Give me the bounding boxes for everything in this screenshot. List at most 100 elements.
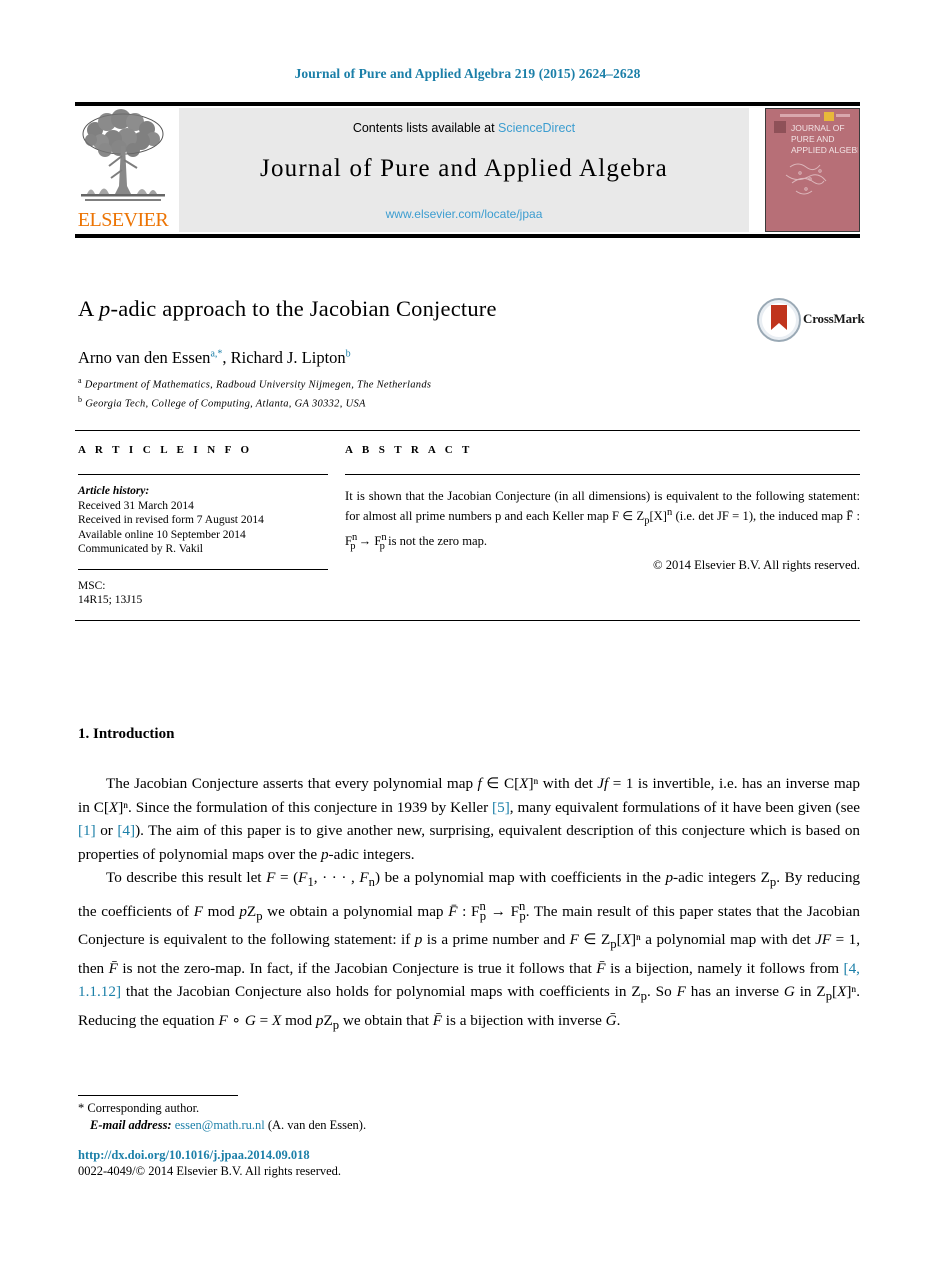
running-head: Journal of Pure and Applied Algebra 219 … bbox=[294, 66, 641, 81]
msc-rule bbox=[78, 568, 328, 570]
p2-t7: mod bbox=[203, 902, 240, 920]
p2-t31: is a bijection with inverse bbox=[442, 1011, 606, 1029]
abstract-sup-n: n bbox=[666, 506, 673, 518]
p2-m13: F̄ bbox=[596, 959, 606, 977]
email-suffix: (A. van den Essen). bbox=[267, 1118, 367, 1132]
msc-block: MSC: 14R15; 13J15 bbox=[78, 579, 328, 608]
journal-title: Journal of Pure and Applied Algebra bbox=[260, 155, 668, 182]
author-1: Arno van den Essen bbox=[78, 348, 211, 367]
p2-t3: , · · · , bbox=[313, 869, 360, 886]
abstract-copyright: © 2014 Elsevier B.V. All rights reserved… bbox=[653, 558, 860, 573]
abstract-text: It is shown that the Jacobian Conjecture… bbox=[345, 488, 860, 555]
citation-4[interactable]: [4] bbox=[117, 822, 135, 839]
abstract-rule bbox=[345, 474, 860, 476]
p2-t28: mod bbox=[281, 1011, 316, 1029]
journal-homepage-link[interactable]: www.elsevier.com/locate/jpaa bbox=[179, 207, 749, 221]
svg-text:APPLIED ALGEBRA: APPLIED ALGEBRA bbox=[791, 145, 858, 155]
citation-1[interactable]: [1] bbox=[78, 822, 96, 839]
p2-t4: ) be a polynomial map with coefficients … bbox=[374, 869, 666, 886]
p2-t30: we obtain that bbox=[339, 1011, 433, 1029]
abstract-line-3-end: is not the zero map. bbox=[384, 534, 488, 549]
p1-t9: -adic integers. bbox=[328, 845, 415, 863]
page-title: A p-adic approach to the Jacobian Conjec… bbox=[78, 296, 718, 322]
abstract-line-1: It is shown that the Jacobian Conjecture… bbox=[345, 489, 752, 504]
abstract-label: A B S T R A C T bbox=[345, 444, 473, 456]
author-2-marks[interactable]: b bbox=[346, 349, 351, 360]
p2-t27: = bbox=[255, 1011, 272, 1029]
affiliation-b: b Georgia Tech, College of Computing, At… bbox=[78, 393, 778, 412]
paragraph-2: To describe this result let F = (F1, · ·… bbox=[78, 866, 860, 1037]
issn-copyright-line: 0022-4049/© 2014 Elsevier B.V. All right… bbox=[78, 1163, 342, 1178]
email-note: E-mail address: essen@math.ru.nl (A. van… bbox=[78, 1117, 578, 1134]
article-history-header: Article history: bbox=[78, 485, 150, 498]
paragraph-1: The Jacobian Conjecture asserts that eve… bbox=[78, 772, 860, 866]
sciencedirect-link[interactable]: ScienceDirect bbox=[498, 121, 575, 135]
p2-m22: Ḡ bbox=[605, 1011, 617, 1029]
section-heading-introduction: 1. Introduction bbox=[78, 726, 174, 743]
p2-t14: ∈ Z bbox=[578, 931, 611, 949]
abstract-bracket-x: [X] bbox=[649, 508, 667, 523]
contents-available-line: Contents lists available at ScienceDirec… bbox=[179, 121, 749, 135]
elsevier-tree-icon bbox=[81, 109, 165, 201]
p2-m18: G bbox=[244, 1011, 256, 1029]
p2-t13: is a prime number and bbox=[422, 931, 570, 949]
section-number: 1. bbox=[78, 726, 90, 742]
article-info-label: A R T I C L E I N F O bbox=[78, 444, 253, 456]
masthead-top-rule bbox=[75, 102, 860, 106]
p2-m6: p bbox=[239, 902, 247, 920]
email-label: E-mail address: bbox=[90, 1118, 172, 1132]
title-part-pre: A bbox=[78, 296, 100, 321]
p2-m14: F bbox=[676, 983, 686, 1001]
title-part-italic: p bbox=[99, 296, 111, 321]
p2-t16: ]ⁿ a polynomial map with det bbox=[630, 931, 816, 949]
affiliation-list: a Department of Mathematics, Radboud Uni… bbox=[78, 374, 778, 411]
p2-t26: ∘ bbox=[227, 1011, 245, 1029]
citation-5[interactable]: [5] bbox=[492, 799, 510, 816]
p2-m9: F bbox=[569, 931, 579, 949]
doi-link[interactable]: http://dx.doi.org/10.1016/j.jpaa.2014.09… bbox=[78, 1148, 310, 1162]
footnote-rule bbox=[78, 1095, 238, 1097]
p2-m4: p bbox=[665, 869, 674, 886]
p2-m19: X bbox=[271, 1011, 282, 1029]
affiliation-a-text: Department of Mathematics, Radboud Unive… bbox=[84, 379, 432, 391]
msc-header: MSC: bbox=[78, 579, 106, 592]
p1-m5: p bbox=[320, 845, 329, 863]
p2-m1: F bbox=[266, 869, 276, 886]
author-1-marks[interactable]: a,* bbox=[210, 349, 222, 360]
corresponding-author-note: * Corresponding author. bbox=[78, 1100, 578, 1117]
article-info-rule bbox=[78, 474, 328, 476]
p2-t9: we obtain a polynomial map bbox=[262, 902, 449, 920]
p2-t11: → F bbox=[486, 902, 520, 920]
svg-text:JOURNAL OF: JOURNAL OF bbox=[791, 123, 845, 133]
p2-m21: F̄ bbox=[432, 1011, 442, 1029]
p2-t18: is not the zero-map. In fact, if the Jac… bbox=[117, 959, 597, 977]
p2-t20: that the Jacobian Conjecture also holds … bbox=[121, 983, 641, 1001]
p2-m10: X bbox=[621, 931, 631, 949]
p2-m3: F bbox=[359, 869, 369, 886]
article-communicated-by: Communicated by R. Vakil bbox=[78, 543, 204, 556]
email-link[interactable]: essen@math.ru.nl bbox=[175, 1118, 265, 1132]
journal-cover-art: JOURNAL OF PURE AND APPLIED ALGEBRA bbox=[766, 109, 859, 230]
author-list: Arno van den Essena,*, Richard J. Lipton… bbox=[78, 348, 778, 368]
affiliation-b-mark: b bbox=[78, 394, 83, 404]
p1-t2: ∈ C[ bbox=[481, 775, 520, 792]
journal-cover-thumbnail: JOURNAL OF PURE AND APPLIED ALGEBRA bbox=[765, 108, 860, 232]
p2-t21: . So bbox=[646, 983, 677, 1001]
info-block-bottom-rule bbox=[75, 620, 860, 622]
article-info-block: A R T I C L E I N F O Article history: R… bbox=[78, 444, 328, 608]
article-history: Article history: Received 31 March 2014 … bbox=[78, 484, 328, 557]
elsevier-logo: ELSEVIER bbox=[75, 108, 171, 232]
crossmark-badge[interactable]: CrossMark bbox=[757, 298, 867, 346]
info-block-top-rule bbox=[75, 430, 860, 432]
msc-codes: 14R15; 13J15 bbox=[78, 594, 143, 607]
p2-m5: F bbox=[193, 902, 204, 920]
article-received: Received 31 March 2014 bbox=[78, 499, 194, 512]
asterisk-marker: * bbox=[78, 1101, 85, 1115]
p2-m11: JF bbox=[815, 931, 832, 949]
masthead-bottom-rule bbox=[75, 234, 860, 238]
p1-m4: X bbox=[108, 798, 119, 816]
p2-t8: Z bbox=[246, 902, 257, 920]
body-content: The Jacobian Conjecture asserts that eve… bbox=[78, 772, 860, 1037]
p2-t32: . bbox=[616, 1011, 621, 1029]
p2-m17: F bbox=[218, 1011, 228, 1029]
